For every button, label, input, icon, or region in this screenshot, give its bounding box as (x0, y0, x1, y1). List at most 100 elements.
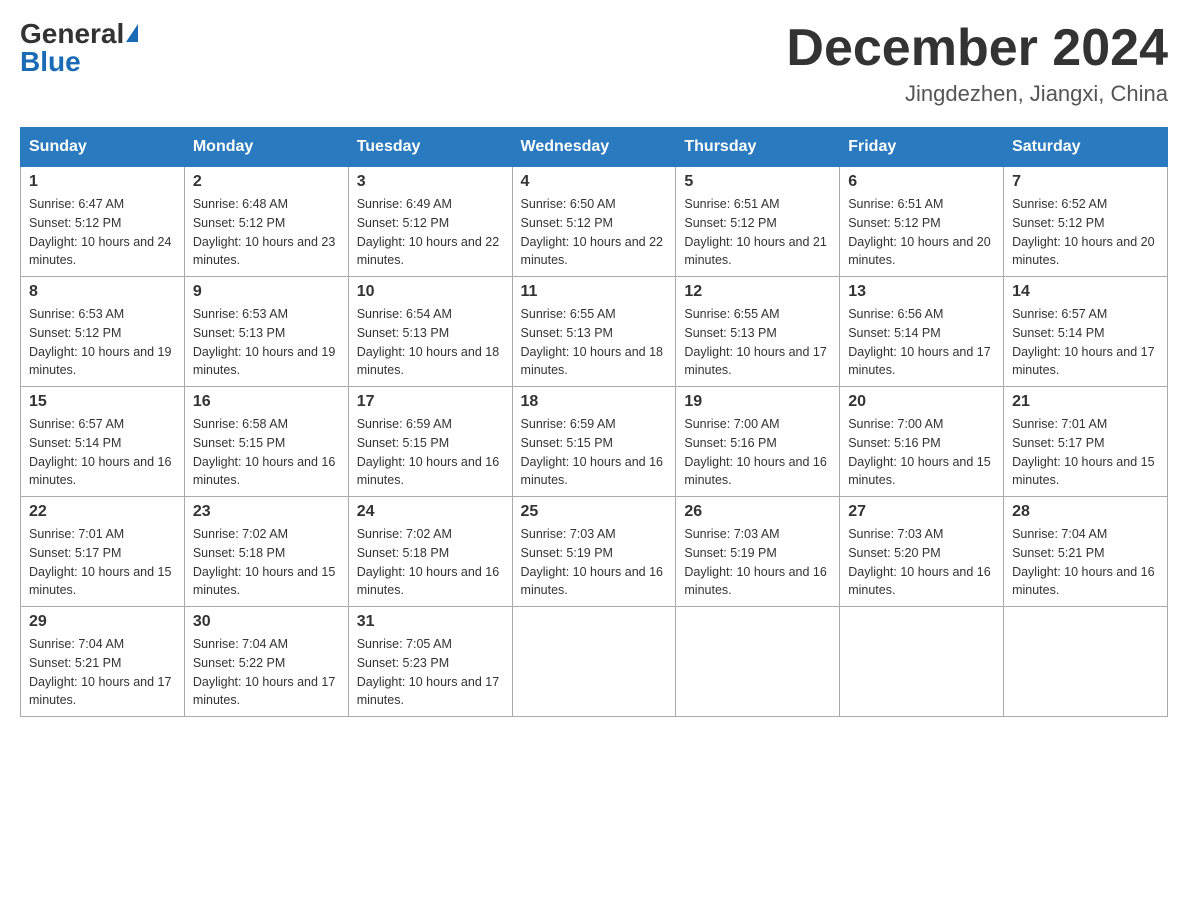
day-info: Sunrise: 7:04 AMSunset: 5:22 PMDaylight:… (193, 635, 340, 710)
calendar-cell: 3 Sunrise: 6:49 AMSunset: 5:12 PMDayligh… (348, 167, 512, 277)
calendar-week-1: 1 Sunrise: 6:47 AMSunset: 5:12 PMDayligh… (21, 167, 1168, 277)
day-number: 27 (848, 503, 995, 521)
day-number: 5 (684, 173, 831, 191)
day-info: Sunrise: 6:53 AMSunset: 5:13 PMDaylight:… (193, 305, 340, 380)
day-number: 22 (29, 503, 176, 521)
day-number: 1 (29, 173, 176, 191)
day-info: Sunrise: 6:59 AMSunset: 5:15 PMDaylight:… (357, 415, 504, 490)
day-number: 26 (684, 503, 831, 521)
day-number: 30 (193, 613, 340, 631)
calendar-cell: 12 Sunrise: 6:55 AMSunset: 5:13 PMDaylig… (676, 277, 840, 387)
day-info: Sunrise: 6:57 AMSunset: 5:14 PMDaylight:… (1012, 305, 1159, 380)
calendar-cell: 20 Sunrise: 7:00 AMSunset: 5:16 PMDaylig… (840, 387, 1004, 497)
day-info: Sunrise: 6:52 AMSunset: 5:12 PMDaylight:… (1012, 195, 1159, 270)
calendar-cell: 28 Sunrise: 7:04 AMSunset: 5:21 PMDaylig… (1004, 497, 1168, 607)
calendar-cell: 31 Sunrise: 7:05 AMSunset: 5:23 PMDaylig… (348, 607, 512, 717)
calendar-week-2: 8 Sunrise: 6:53 AMSunset: 5:12 PMDayligh… (21, 277, 1168, 387)
calendar-cell: 25 Sunrise: 7:03 AMSunset: 5:19 PMDaylig… (512, 497, 676, 607)
calendar-cell: 29 Sunrise: 7:04 AMSunset: 5:21 PMDaylig… (21, 607, 185, 717)
calendar-table: SundayMondayTuesdayWednesdayThursdayFrid… (20, 127, 1168, 717)
calendar-cell: 14 Sunrise: 6:57 AMSunset: 5:14 PMDaylig… (1004, 277, 1168, 387)
calendar-cell: 2 Sunrise: 6:48 AMSunset: 5:12 PMDayligh… (184, 167, 348, 277)
calendar-cell: 18 Sunrise: 6:59 AMSunset: 5:15 PMDaylig… (512, 387, 676, 497)
day-number: 2 (193, 173, 340, 191)
day-info: Sunrise: 7:02 AMSunset: 5:18 PMDaylight:… (193, 525, 340, 600)
calendar-cell: 15 Sunrise: 6:57 AMSunset: 5:14 PMDaylig… (21, 387, 185, 497)
day-number: 21 (1012, 393, 1159, 411)
location-text: Jingdezhen, Jiangxi, China (786, 81, 1168, 107)
day-info: Sunrise: 6:47 AMSunset: 5:12 PMDaylight:… (29, 195, 176, 270)
calendar-cell: 24 Sunrise: 7:02 AMSunset: 5:18 PMDaylig… (348, 497, 512, 607)
logo-triangle-icon (126, 24, 138, 42)
weekday-header-thursday: Thursday (676, 128, 840, 167)
day-info: Sunrise: 6:59 AMSunset: 5:15 PMDaylight:… (521, 415, 668, 490)
calendar-cell: 7 Sunrise: 6:52 AMSunset: 5:12 PMDayligh… (1004, 167, 1168, 277)
weekday-header-sunday: Sunday (21, 128, 185, 167)
day-info: Sunrise: 6:48 AMSunset: 5:12 PMDaylight:… (193, 195, 340, 270)
page-header: General Blue December 2024 Jingdezhen, J… (20, 20, 1168, 107)
day-number: 20 (848, 393, 995, 411)
calendar-cell: 1 Sunrise: 6:47 AMSunset: 5:12 PMDayligh… (21, 167, 185, 277)
calendar-cell: 23 Sunrise: 7:02 AMSunset: 5:18 PMDaylig… (184, 497, 348, 607)
weekday-header-wednesday: Wednesday (512, 128, 676, 167)
weekday-header-friday: Friday (840, 128, 1004, 167)
day-number: 13 (848, 283, 995, 301)
weekday-header-saturday: Saturday (1004, 128, 1168, 167)
calendar-cell: 10 Sunrise: 6:54 AMSunset: 5:13 PMDaylig… (348, 277, 512, 387)
day-info: Sunrise: 7:04 AMSunset: 5:21 PMDaylight:… (29, 635, 176, 710)
day-number: 28 (1012, 503, 1159, 521)
day-number: 14 (1012, 283, 1159, 301)
day-number: 16 (193, 393, 340, 411)
day-info: Sunrise: 6:50 AMSunset: 5:12 PMDaylight:… (521, 195, 668, 270)
weekday-header-row: SundayMondayTuesdayWednesdayThursdayFrid… (21, 128, 1168, 167)
logo-general-text: General (20, 20, 124, 48)
day-number: 6 (848, 173, 995, 191)
day-number: 23 (193, 503, 340, 521)
day-number: 29 (29, 613, 176, 631)
day-info: Sunrise: 7:04 AMSunset: 5:21 PMDaylight:… (1012, 525, 1159, 600)
day-number: 18 (521, 393, 668, 411)
day-number: 9 (193, 283, 340, 301)
calendar-week-4: 22 Sunrise: 7:01 AMSunset: 5:17 PMDaylig… (21, 497, 1168, 607)
day-info: Sunrise: 7:03 AMSunset: 5:19 PMDaylight:… (521, 525, 668, 600)
calendar-cell (512, 607, 676, 717)
calendar-cell: 9 Sunrise: 6:53 AMSunset: 5:13 PMDayligh… (184, 277, 348, 387)
day-number: 17 (357, 393, 504, 411)
calendar-cell (840, 607, 1004, 717)
calendar-week-5: 29 Sunrise: 7:04 AMSunset: 5:21 PMDaylig… (21, 607, 1168, 717)
calendar-body: 1 Sunrise: 6:47 AMSunset: 5:12 PMDayligh… (21, 167, 1168, 717)
calendar-cell (1004, 607, 1168, 717)
day-number: 4 (521, 173, 668, 191)
calendar-cell: 6 Sunrise: 6:51 AMSunset: 5:12 PMDayligh… (840, 167, 1004, 277)
calendar-cell: 26 Sunrise: 7:03 AMSunset: 5:19 PMDaylig… (676, 497, 840, 607)
day-info: Sunrise: 7:05 AMSunset: 5:23 PMDaylight:… (357, 635, 504, 710)
day-number: 10 (357, 283, 504, 301)
calendar-cell: 19 Sunrise: 7:00 AMSunset: 5:16 PMDaylig… (676, 387, 840, 497)
day-info: Sunrise: 7:01 AMSunset: 5:17 PMDaylight:… (29, 525, 176, 600)
day-number: 24 (357, 503, 504, 521)
title-area: December 2024 Jingdezhen, Jiangxi, China (786, 20, 1168, 107)
day-info: Sunrise: 7:03 AMSunset: 5:20 PMDaylight:… (848, 525, 995, 600)
calendar-cell: 22 Sunrise: 7:01 AMSunset: 5:17 PMDaylig… (21, 497, 185, 607)
calendar-cell: 30 Sunrise: 7:04 AMSunset: 5:22 PMDaylig… (184, 607, 348, 717)
calendar-cell: 16 Sunrise: 6:58 AMSunset: 5:15 PMDaylig… (184, 387, 348, 497)
day-info: Sunrise: 6:55 AMSunset: 5:13 PMDaylight:… (521, 305, 668, 380)
day-info: Sunrise: 7:03 AMSunset: 5:19 PMDaylight:… (684, 525, 831, 600)
day-number: 8 (29, 283, 176, 301)
day-number: 15 (29, 393, 176, 411)
month-title: December 2024 (786, 20, 1168, 77)
calendar-header: SundayMondayTuesdayWednesdayThursdayFrid… (21, 128, 1168, 167)
calendar-cell: 11 Sunrise: 6:55 AMSunset: 5:13 PMDaylig… (512, 277, 676, 387)
day-number: 31 (357, 613, 504, 631)
day-info: Sunrise: 6:58 AMSunset: 5:15 PMDaylight:… (193, 415, 340, 490)
calendar-cell: 8 Sunrise: 6:53 AMSunset: 5:12 PMDayligh… (21, 277, 185, 387)
calendar-cell: 27 Sunrise: 7:03 AMSunset: 5:20 PMDaylig… (840, 497, 1004, 607)
calendar-cell (676, 607, 840, 717)
calendar-cell: 5 Sunrise: 6:51 AMSunset: 5:12 PMDayligh… (676, 167, 840, 277)
day-info: Sunrise: 6:56 AMSunset: 5:14 PMDaylight:… (848, 305, 995, 380)
day-number: 11 (521, 283, 668, 301)
day-number: 12 (684, 283, 831, 301)
calendar-cell: 21 Sunrise: 7:01 AMSunset: 5:17 PMDaylig… (1004, 387, 1168, 497)
day-info: Sunrise: 6:53 AMSunset: 5:12 PMDaylight:… (29, 305, 176, 380)
calendar-cell: 4 Sunrise: 6:50 AMSunset: 5:12 PMDayligh… (512, 167, 676, 277)
